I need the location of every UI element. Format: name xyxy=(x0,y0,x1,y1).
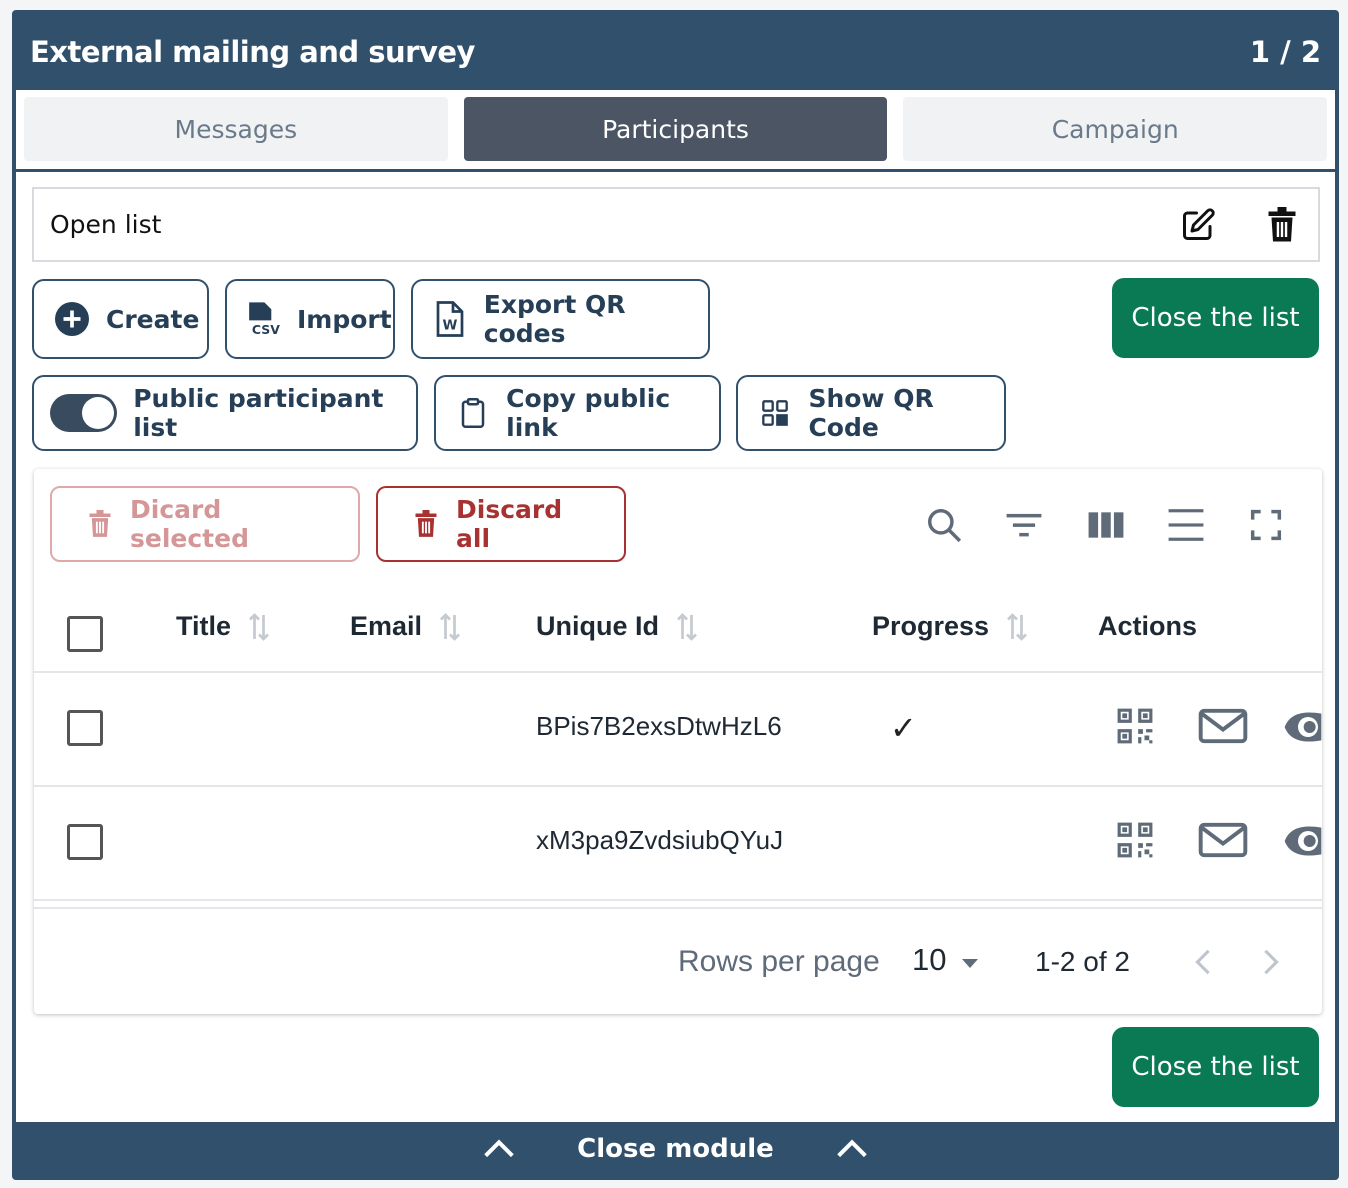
select-all-checkbox[interactable] xyxy=(67,616,103,652)
trash-icon xyxy=(88,510,112,538)
sort-icon[interactable] xyxy=(247,612,271,642)
tab-campaign[interactable]: Campaign xyxy=(903,97,1328,161)
rows-per-page-select[interactable]: 10 xyxy=(912,942,946,978)
row-unique-id: BPis7B2exsDtwHzL6 xyxy=(536,711,782,741)
chevron-right-icon[interactable] xyxy=(1256,947,1286,977)
table-row: xM3pa9ZvdsiubQYuJ xyxy=(34,787,1322,901)
import-button[interactable]: CSV Import xyxy=(225,279,395,359)
columns-icon[interactable] xyxy=(1086,505,1126,545)
public-list-toggle-button[interactable]: Public participant list xyxy=(32,375,418,451)
edit-icon[interactable] xyxy=(1178,205,1218,245)
row-checkbox[interactable] xyxy=(67,710,103,746)
public-list-label: Public participant list xyxy=(133,384,384,442)
qr-code-icon xyxy=(758,395,792,431)
tab-messages[interactable]: Messages xyxy=(24,97,448,161)
show-qr-button[interactable]: Show QR Code xyxy=(736,375,1006,451)
table-pagination: Rows per page 10 1-2 of 2 xyxy=(34,907,1322,1014)
show-qr-label: Show QR Code xyxy=(808,384,934,442)
close-list-button[interactable]: Close the list xyxy=(1112,278,1319,358)
csv-file-icon: CSV xyxy=(245,301,281,337)
copy-public-link-button[interactable]: Copy public link xyxy=(434,375,721,451)
sort-icon[interactable] xyxy=(438,612,462,642)
svg-text:CSV: CSV xyxy=(252,322,280,337)
filter-icon[interactable] xyxy=(1004,505,1044,545)
toggle-knob xyxy=(82,397,115,429)
qr-code-icon[interactable] xyxy=(1116,707,1154,745)
column-header-title[interactable]: Title xyxy=(176,611,271,642)
trash-icon xyxy=(414,510,438,538)
column-actions-label: Actions xyxy=(1098,611,1198,641)
open-list-label: Open list xyxy=(50,210,162,239)
export-qr-button[interactable]: W Export QR codes xyxy=(411,279,710,359)
row-progress: ✓ xyxy=(890,709,917,747)
chevron-up-icon xyxy=(836,1139,868,1159)
sort-icon[interactable] xyxy=(1005,612,1029,642)
rows-per-page-label: Rows per page xyxy=(678,945,880,978)
participants-table: Dicard selected Discard all Title Email … xyxy=(34,469,1322,1014)
density-icon[interactable] xyxy=(1166,505,1206,545)
pagination-range: 1-2 of 2 xyxy=(1035,946,1130,977)
tab-participants[interactable]: Participants xyxy=(463,97,888,161)
row-unique-id: xM3pa9ZvdsiubQYuJ xyxy=(536,825,784,855)
discard-all-button[interactable]: Discard all xyxy=(376,486,626,562)
search-icon[interactable] xyxy=(924,505,964,545)
discard-selected-button[interactable]: Dicard selected xyxy=(50,486,360,562)
create-label: Create xyxy=(106,304,200,334)
column-progress-label: Progress xyxy=(872,611,990,641)
discard-all-label: Discard all xyxy=(456,495,563,553)
copy-link-label: Copy public link xyxy=(506,384,671,442)
import-label: Import xyxy=(297,304,392,334)
close-list-bottom-button[interactable]: Close the list xyxy=(1112,1027,1319,1107)
column-unique-id-label: Unique Id xyxy=(536,611,659,641)
close-module-label: Close module xyxy=(577,1134,774,1164)
row-checkbox[interactable] xyxy=(67,824,103,860)
close-module-bar[interactable]: Close module xyxy=(16,1122,1335,1176)
mail-icon[interactable] xyxy=(1198,821,1248,859)
column-header-progress[interactable]: Progress xyxy=(872,611,1029,642)
open-list-bar: Open list xyxy=(32,187,1320,262)
module-header: External mailing and survey 1 / 2 xyxy=(16,14,1335,90)
word-file-icon: W xyxy=(433,301,468,337)
export-qr-label: Export QR codes xyxy=(483,290,626,348)
create-button[interactable]: Create xyxy=(32,279,209,359)
discard-selected-label: Dicard selected xyxy=(130,495,249,553)
chevron-left-icon[interactable] xyxy=(1188,947,1218,977)
column-header-email[interactable]: Email xyxy=(350,611,462,642)
fullscreen-icon[interactable] xyxy=(1246,505,1286,545)
sort-icon[interactable] xyxy=(675,612,699,642)
table-row: BPis7B2exsDtwHzL6 ✓ xyxy=(34,673,1322,787)
tab-bar: Messages Participants Campaign xyxy=(16,90,1335,172)
mail-icon[interactable] xyxy=(1198,707,1248,745)
eye-icon[interactable] xyxy=(1284,707,1322,747)
public-list-toggle[interactable] xyxy=(50,394,118,432)
trash-icon[interactable] xyxy=(1262,205,1302,245)
column-header-actions: Actions xyxy=(1098,611,1197,642)
plus-circle-icon xyxy=(54,301,90,337)
column-email-label: Email xyxy=(350,611,423,641)
eye-icon[interactable] xyxy=(1284,821,1322,861)
column-title-label: Title xyxy=(176,611,232,641)
module-title: External mailing and survey xyxy=(30,35,475,69)
chevron-down-icon[interactable] xyxy=(962,959,978,968)
clipboard-icon xyxy=(456,395,490,431)
chevron-up-icon xyxy=(483,1139,515,1159)
table-header: Title Email Unique Id Progress Actions xyxy=(34,581,1322,673)
module-panel: External mailing and survey 1 / 2 Messag… xyxy=(12,10,1339,1180)
qr-code-icon[interactable] xyxy=(1116,821,1154,859)
svg-text:W: W xyxy=(443,318,458,334)
column-header-unique-id[interactable]: Unique Id xyxy=(536,611,699,642)
module-pager: 1 / 2 xyxy=(1249,35,1321,69)
